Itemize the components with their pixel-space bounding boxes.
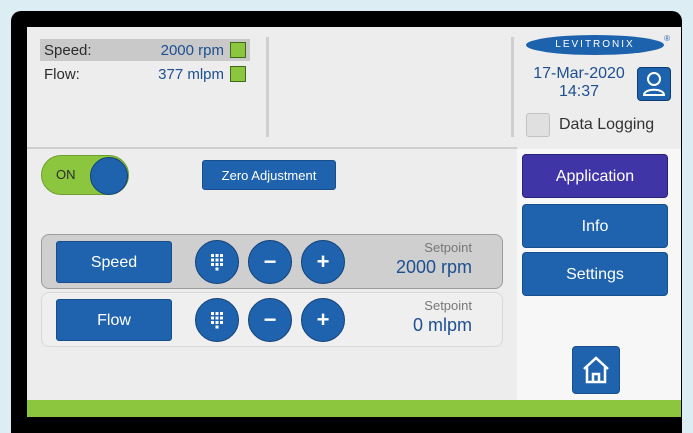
setpoint-value: 2000 rpm (395, 257, 472, 277)
decrement-button[interactable]: − (248, 240, 292, 284)
plus-icon: + (316, 249, 330, 274)
status-panel: Speed: 2000 rpm Flow: 377 mlpm (27, 27, 267, 147)
keypad-icon (211, 312, 223, 329)
setpoint-value: 0 mlpm (412, 315, 472, 335)
keypad-icon (211, 254, 223, 271)
levitronix-logo: LEVITRONIX ® (526, 34, 670, 55)
status-row-speed: Speed: 2000 rpm (40, 39, 250, 61)
user-icon (642, 72, 666, 96)
control-row-speed: Speed − + Setpoint 2000 rpm (41, 234, 503, 289)
toggle-label: ON (56, 167, 76, 182)
status-bar (27, 400, 681, 417)
data-logging-label: Data Logging (559, 116, 655, 133)
setpoint-label: Setpoint (424, 298, 472, 313)
increment-button[interactable]: + (301, 240, 345, 284)
data-logging-checkbox[interactable] (526, 113, 550, 137)
logo-text: LEVITRONIX (555, 39, 635, 50)
flow-mode-button[interactable]: Flow (56, 299, 172, 341)
nav-settings-button[interactable]: Settings (522, 252, 668, 296)
toggle-knob (90, 157, 128, 195)
divider (266, 37, 269, 137)
keypad-button[interactable] (195, 298, 239, 342)
time-text: 14:37 (558, 83, 600, 100)
status-value: 377 mlpm (158, 66, 224, 83)
nav-info-button[interactable]: Info (522, 204, 668, 248)
keypad-button[interactable] (195, 240, 239, 284)
user-button[interactable] (637, 67, 671, 101)
screen: Speed: 2000 rpm Flow: 377 mlpm LEVITRONI… (27, 27, 681, 417)
status-indicator (230, 42, 246, 58)
nav-application-button[interactable]: Application (522, 154, 668, 198)
registered-mark: ® (664, 34, 670, 43)
plus-icon: + (316, 307, 330, 332)
divider (27, 147, 517, 149)
minus-icon: − (263, 249, 277, 274)
status-value: 2000 rpm (160, 42, 224, 59)
home-icon (583, 356, 609, 384)
minus-icon: − (263, 307, 277, 332)
status-label: Flow: (44, 66, 80, 83)
control-row-flow: Flow − + Setpoint 0 mlpm (41, 292, 503, 347)
home-button[interactable] (572, 346, 620, 394)
status-label: Speed: (44, 42, 92, 59)
status-row-flow: Flow: 377 mlpm (40, 63, 250, 85)
increment-button[interactable]: + (301, 298, 345, 342)
zero-adjustment-button[interactable]: Zero Adjustment (202, 160, 336, 190)
status-indicator (230, 66, 246, 82)
date-text: 17-Mar-2020 (533, 65, 625, 82)
divider (511, 37, 514, 137)
decrement-button[interactable]: − (248, 298, 292, 342)
setpoint-label: Setpoint (424, 240, 472, 255)
pump-on-toggle[interactable]: ON (41, 155, 129, 195)
speed-mode-button[interactable]: Speed (56, 241, 172, 283)
